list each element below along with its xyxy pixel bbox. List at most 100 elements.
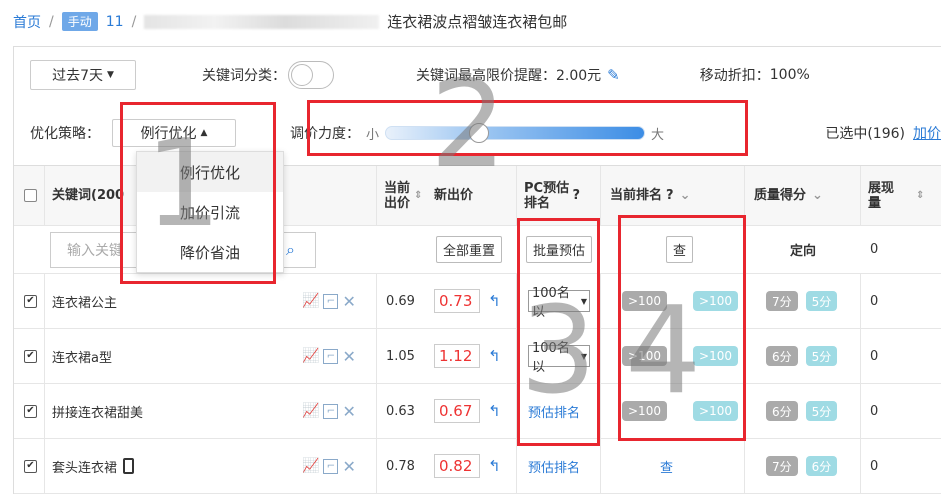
keyword-cell: 连衣裙a型 (52, 329, 112, 383)
batch-estimate-button[interactable]: 批量预估 (526, 236, 593, 263)
header-current-price[interactable]: 当前出价 (384, 166, 416, 225)
chevron-down-icon[interactable]: ⌄ (812, 188, 823, 203)
period-select-label: 过去7天 (52, 68, 103, 84)
column-divider (600, 329, 601, 383)
delete-icon[interactable]: ✕ (342, 457, 355, 476)
estimate-rank-link[interactable]: 预估排名 (528, 457, 580, 476)
rank-mobile-badge: >100 (693, 291, 738, 311)
current-price: 0.69 (386, 293, 415, 309)
rank-pc-badge: >100 (622, 291, 667, 311)
header-pc-rank: PC预估排名? (524, 166, 580, 225)
delete-icon[interactable]: ✕ (342, 292, 355, 311)
breadcrumb-separator-2: / (131, 13, 137, 30)
select-all-checkbox[interactable] (24, 189, 37, 202)
impressions: 0 (870, 458, 879, 474)
mobile-discount-label: 移动折扣： (699, 68, 770, 84)
pc-rank-select[interactable]: 100名以 ▼ (528, 286, 590, 320)
row-checkbox[interactable]: ✔ (24, 294, 37, 308)
check-rank-link[interactable]: 查 (660, 457, 673, 476)
keyword-text: 拼接连衣裙甜美 (52, 405, 144, 421)
strategy-option-routine[interactable]: 例行优化 (137, 152, 283, 192)
impressions: 0 (870, 348, 879, 364)
column-divider (860, 166, 861, 225)
header-keyword[interactable]: 关键词(200 (52, 166, 124, 225)
undo-icon[interactable]: ↰ (488, 347, 501, 365)
estimate-rank-link[interactable]: 预估排名 (528, 402, 580, 421)
row-actions: 📈 ⌐ ✕ (302, 439, 360, 493)
help-icon[interactable]: ? (572, 188, 580, 203)
row-checkbox[interactable]: ✔ (24, 459, 37, 473)
sort-icon[interactable]: ⇕ (414, 166, 422, 225)
column-divider (744, 274, 745, 328)
column-divider (860, 329, 861, 383)
period-select[interactable]: 过去7天 ▼ (30, 60, 136, 90)
breadcrumb-count[interactable]: 11 (106, 14, 124, 30)
check-rank-button[interactable]: 查 (666, 236, 694, 263)
row-checkbox[interactable]: ✔ (24, 404, 37, 418)
new-price-cell: 0.73 ↰ (434, 274, 501, 328)
pc-rank-select[interactable]: 100名以 ▼ (528, 341, 590, 375)
keyword-category-toggle[interactable] (288, 61, 334, 89)
strategy-option-raise[interactable]: 加价引流 (137, 192, 283, 232)
column-divider (44, 274, 45, 328)
undo-icon[interactable]: ↰ (488, 457, 501, 475)
max-price-value: 2.00元 (556, 68, 602, 84)
header-current-rank-label: 当前排名 (610, 188, 663, 203)
pc-rank-value: 100名以 (532, 286, 570, 320)
targeting-label: 定向 (790, 244, 817, 259)
column-divider (744, 329, 745, 383)
impressions: 0 (870, 403, 879, 419)
help-icon[interactable]: ? (666, 188, 674, 203)
rank-mobile-badge: >100 (693, 401, 738, 421)
keyword-text: 连衣裙a型 (52, 350, 112, 366)
adjust-slider-thumb[interactable] (469, 123, 490, 143)
quality-pc-badge: 7分 (766, 456, 798, 476)
column-divider (516, 166, 517, 225)
row-checkbox-cell: ✔ (24, 439, 37, 493)
trend-chart-icon[interactable]: 📈 (302, 293, 319, 309)
new-price-input[interactable]: 1.12 (434, 344, 480, 368)
quality-mobile-badge: 5分 (805, 401, 838, 421)
adjust-slider-track[interactable] (385, 123, 646, 143)
undo-icon[interactable]: ↰ (488, 402, 501, 420)
reset-all-button[interactable]: 全部重置 (436, 236, 503, 263)
new-price-input[interactable]: 0.67 (434, 399, 480, 423)
header-quality[interactable]: 质量得分 ⌄ (754, 166, 823, 225)
column-divider (600, 384, 601, 438)
line-chart-icon[interactable]: ⌐ (323, 458, 339, 474)
pc-rank-value: 100名以 (532, 341, 570, 375)
quality-mobile-badge: 6分 (805, 456, 838, 476)
undo-icon[interactable]: ↰ (488, 292, 501, 310)
batch-estimate-cell: 批量预估 (526, 226, 593, 273)
quality-cell: 6分 5分 (766, 329, 838, 383)
keyword-text: 连衣裙公主 (52, 295, 118, 311)
line-chart-icon[interactable]: ⌐ (323, 348, 339, 364)
rank-pc-badge: >100 (622, 346, 667, 366)
header-impressions[interactable]: 展现量 (868, 166, 904, 225)
toolbar-row-2: 优化策略： 例行优化 ▲ 调价力度： 小 大 已选中(196) 加价 (30, 117, 941, 149)
delete-icon[interactable]: ✕ (342, 402, 355, 421)
chevron-down-icon[interactable]: ⌄ (680, 188, 691, 203)
header-current-rank[interactable]: 当前排名? ⌄ (610, 166, 690, 225)
column-divider (44, 329, 45, 383)
current-price: 0.63 (386, 403, 415, 419)
row-checkbox[interactable]: ✔ (24, 349, 37, 363)
line-chart-icon[interactable]: ⌐ (323, 403, 339, 419)
selected-info: 已选中(196) 加价 (825, 123, 941, 143)
trend-chart-icon[interactable]: 📈 (302, 403, 319, 419)
strategy-option-lower[interactable]: 降价省油 (137, 232, 283, 272)
breadcrumb-home-link[interactable]: 首页 (13, 12, 41, 32)
keyword-text: 套头连衣裙 (52, 460, 118, 476)
strategy-select[interactable]: 例行优化 ▲ (112, 119, 236, 147)
column-divider (44, 439, 45, 493)
raise-price-link[interactable]: 加价 (913, 126, 941, 142)
delete-icon[interactable]: ✕ (342, 347, 355, 366)
edit-pencil-icon[interactable]: ✎ (607, 66, 620, 84)
trend-chart-icon[interactable]: 📈 (302, 458, 319, 474)
trend-chart-icon[interactable]: 📈 (302, 348, 319, 364)
line-chart-icon[interactable]: ⌐ (323, 293, 339, 309)
sort-icon[interactable]: ⇕ (916, 166, 924, 225)
table-row: ✔ 连衣裙公主 📈 ⌐ ✕ 0.69 0.73 ↰ 100名以 ▼ >100 >1… (14, 274, 941, 329)
new-price-input[interactable]: 0.82 (434, 454, 480, 478)
new-price-input[interactable]: 0.73 (434, 289, 480, 313)
